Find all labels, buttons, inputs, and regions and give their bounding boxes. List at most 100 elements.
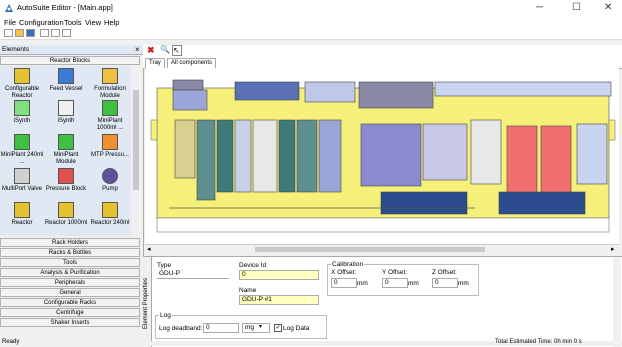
palette-scroll-thumb[interactable] <box>133 90 139 190</box>
menu-bar: File Configuration Tools View Help <box>0 17 622 28</box>
paste-icon[interactable] <box>62 29 71 37</box>
module <box>540 125 572 197</box>
palette-item-isynth-2[interactable]: iSynth <box>44 100 88 125</box>
category-configurable-racks[interactable]: Configurable Racks <box>0 298 140 307</box>
palette-item-label: Reactor 240ml <box>90 220 130 226</box>
module <box>278 119 296 193</box>
palette-item-formulation-module[interactable]: Formulation Module <box>88 68 132 100</box>
menu-help[interactable]: Help <box>104 18 119 27</box>
multiport-valve-icon <box>14 168 30 184</box>
category-racks-bottles[interactable]: Racks & Bottles <box>0 248 140 257</box>
category-peripherals[interactable]: Peripherals <box>0 278 140 287</box>
menu-tools[interactable]: Tools <box>64 18 82 27</box>
log-data-checkbox[interactable]: ✓ <box>274 324 282 332</box>
palette-item-reactor-1000[interactable]: Reactor 1000ml <box>44 202 88 227</box>
category-shaker-inserts[interactable]: Shaker Inserts <box>0 318 140 327</box>
category-centrifuge[interactable]: Centrifuge <box>0 308 140 317</box>
tray-diagram[interactable] <box>145 68 619 244</box>
palette-item-label: MiniPlant 1000ml ... <box>96 118 124 131</box>
y-offset-field[interactable]: 0 <box>382 278 408 288</box>
log-deadband-field[interactable]: 0 <box>203 323 239 333</box>
scroll-left-icon[interactable]: ◂ <box>147 245 151 253</box>
close-button[interactable]: ✕ <box>604 2 612 13</box>
x-offset-field[interactable]: 0 <box>331 278 357 288</box>
properties-side-tab[interactable]: Element Properties <box>143 257 152 347</box>
name-label: Name <box>239 287 257 294</box>
palette-item-reactor[interactable]: Reactor <box>0 202 44 227</box>
category-reactor-blocks[interactable]: Reactor Blocks <box>0 56 140 65</box>
palette-item-label: MTP Pressu... <box>91 152 129 158</box>
panel-close-icon[interactable]: × <box>135 45 140 54</box>
palette-item-label: MiniPlant 240ml ... <box>0 152 44 165</box>
module <box>216 119 234 193</box>
isynth-icon <box>14 100 30 116</box>
properties-scrollbar[interactable] <box>613 257 621 347</box>
tab-tray[interactable]: Tray <box>145 58 165 68</box>
reactor-icon <box>14 202 30 218</box>
palette-item-multiport-valve[interactable]: MultiPort Valve <box>0 168 44 193</box>
z-offset-field[interactable]: 0 <box>432 278 458 288</box>
tab-all-components[interactable]: All components <box>167 58 217 68</box>
tray-deck-edge <box>150 119 158 141</box>
save-icon[interactable] <box>26 29 35 37</box>
palette-item-label: Reactor <box>11 220 33 226</box>
category-rack-holders[interactable]: Rack Holders <box>0 238 140 247</box>
palette-item-label: MiniPlant Module <box>53 152 79 165</box>
palette-item-label: Reactor 1000ml <box>44 220 88 226</box>
palette: Configurable Reactor Feed Vessel Formula… <box>0 66 131 236</box>
mtp-pressure-icon <box>102 134 118 150</box>
elements-header: Elements × <box>0 45 143 55</box>
palette-item-isynth[interactable]: iSynth <box>0 100 44 125</box>
palette-item-feed-vessel[interactable]: Feed Vessel <box>44 68 88 93</box>
log-data-label: Log Data <box>283 325 310 332</box>
z-offset-unit: mm <box>458 280 469 287</box>
category-general[interactable]: General <box>0 288 140 297</box>
module <box>318 119 342 193</box>
log-unit-select[interactable]: mg <box>242 323 270 333</box>
zoom-icon[interactable]: 🔍 <box>160 45 170 54</box>
pointer-icon[interactable]: ↖ <box>172 45 182 56</box>
delete-icon[interactable]: ✖ <box>147 45 155 56</box>
palette-item-miniplant-1000[interactable]: MiniPlant 1000ml ... <box>88 100 132 132</box>
module <box>174 119 196 179</box>
chevron-down-icon[interactable]: ▾ <box>259 323 262 330</box>
minimize-button[interactable]: ─ <box>536 2 543 13</box>
palette-item-label: Formulation Module <box>94 86 126 99</box>
palette-item-pump[interactable]: Pump <box>88 168 132 193</box>
module <box>422 123 468 181</box>
maximize-button[interactable]: ☐ <box>572 2 581 13</box>
menu-file[interactable]: File <box>4 18 16 27</box>
device-id-field[interactable]: 0 <box>239 270 319 280</box>
cut-icon[interactable] <box>40 29 49 37</box>
toolbar <box>0 28 622 40</box>
menu-view[interactable]: View <box>85 18 101 27</box>
palette-item-label: iSynth <box>57 118 75 124</box>
palette-item-configurable-reactor[interactable]: Configurable Reactor <box>0 68 44 100</box>
palette-item-pressure-block[interactable]: Pressure Block <box>44 168 88 193</box>
layout-canvas[interactable] <box>145 68 619 244</box>
feed-vessel-icon <box>58 68 74 84</box>
miniplant-module-icon <box>58 134 74 150</box>
calibration-label: Calibration <box>331 261 365 268</box>
y-offset-label: Y Offset: <box>382 269 408 276</box>
scroll-right-icon[interactable]: ▸ <box>611 245 615 253</box>
pressure-block-icon <box>58 168 74 184</box>
new-icon[interactable] <box>4 29 13 37</box>
canvas-hscrollbar[interactable]: ◂ ▸ <box>145 244 619 254</box>
palette-item-label: Pressure Block <box>45 186 87 192</box>
window-title: AutoSuite Editor - [Main.app] <box>17 3 113 12</box>
open-icon[interactable] <box>15 29 24 37</box>
miniplant-icon <box>14 134 30 150</box>
copy-icon[interactable] <box>51 29 60 37</box>
name-field[interactable]: GDU-P #1 <box>239 295 319 305</box>
palette-item-miniplant-module[interactable]: MiniPlant Module <box>44 134 88 166</box>
module <box>506 125 538 197</box>
reactor-icon <box>102 202 118 218</box>
category-tools[interactable]: Tools <box>0 258 140 267</box>
palette-item-reactor-240[interactable]: Reactor 240ml <box>88 202 132 227</box>
category-analysis[interactable]: Analysis & Purification <box>0 268 140 277</box>
palette-item-mtp-pressure[interactable]: MTP Pressu... <box>88 134 132 159</box>
palette-item-miniplant-240[interactable]: MiniPlant 240ml ... <box>0 134 44 166</box>
hscroll-thumb[interactable] <box>255 247 485 252</box>
menu-configuration[interactable]: Configuration <box>19 18 64 27</box>
